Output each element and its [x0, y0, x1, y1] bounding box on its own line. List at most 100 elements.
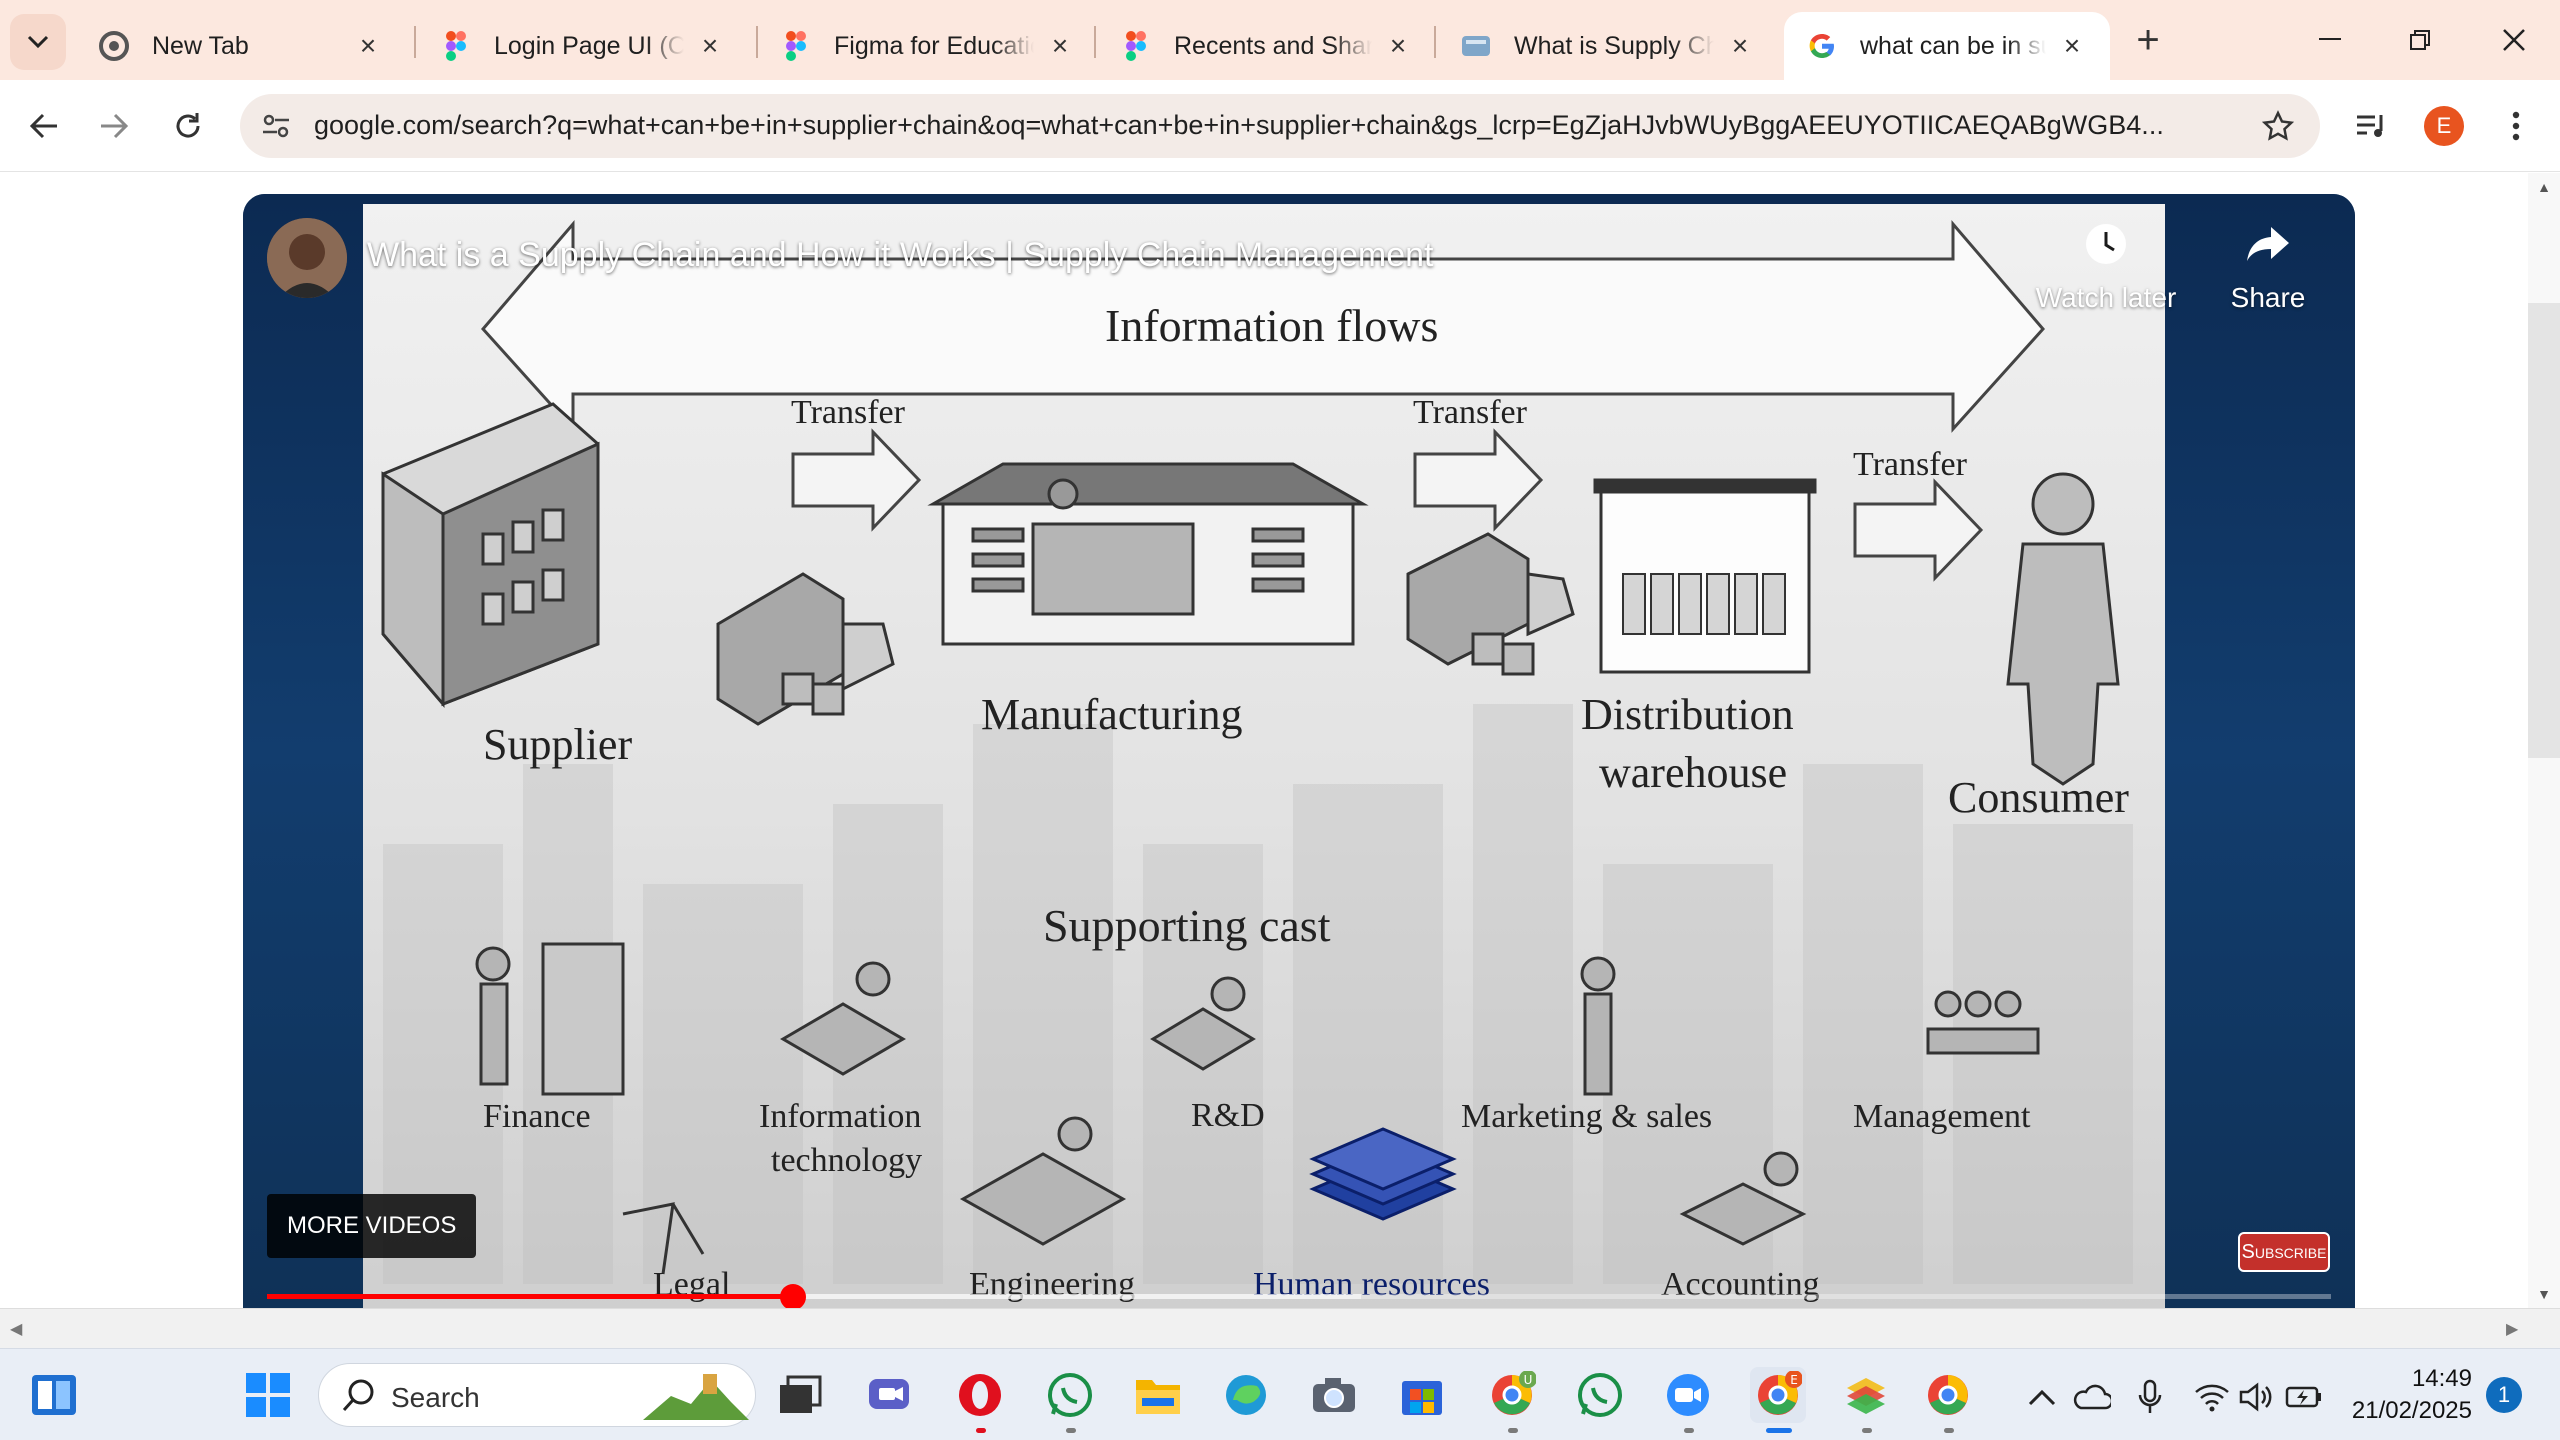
wifi-icon[interactable] [2192, 1377, 2232, 1417]
show-hidden-icons-chevron-up-icon[interactable] [2022, 1377, 2062, 1417]
vertical-scrollbar[interactable]: ▲ ▼ [2528, 173, 2560, 1308]
tab-search-button[interactable] [10, 14, 66, 70]
file-explorer-icon[interactable] [1130, 1367, 1186, 1423]
consumer-figure-illustration [2006, 472, 2120, 786]
video-frame: Information flows Transfer Transfer Tran… [363, 204, 2165, 1308]
browser-toolbar: google.com/search?q=what+can+be+in+suppl… [0, 80, 2560, 172]
running-indicator [1684, 1428, 1694, 1433]
close-icon[interactable]: × [1724, 30, 1756, 62]
horizontal-scrollbar[interactable]: ◀ ▶ [0, 1308, 2560, 1348]
tab-title: Recents and Sharing [1174, 31, 1372, 60]
transfer-arrow [791, 428, 922, 532]
tab-figma-for-education[interactable]: Figma for Education × [758, 12, 1098, 80]
rnd-label: R&D [1191, 1097, 1265, 1134]
video-progress-bar[interactable] [267, 1284, 2331, 1308]
chrome-profile-e-icon[interactable]: E [1750, 1367, 1806, 1433]
scroll-left-arrow-icon[interactable]: ◀ [10, 1319, 22, 1339]
windows-start-icon[interactable] [240, 1367, 296, 1423]
transfer-arrow [1413, 428, 1544, 532]
opera-icon[interactable] [952, 1367, 1008, 1433]
tab-title: What is Supply Chain [1514, 31, 1714, 60]
widgets-icon[interactable] [26, 1367, 82, 1423]
chrome-profile-u-icon[interactable]: U [1484, 1367, 1540, 1433]
site-info-icon[interactable] [256, 106, 296, 146]
tab-strip: New Tab × Login Page UI (Community) × Fi… [0, 0, 2560, 80]
transfer-arrow [1853, 478, 1984, 582]
camera-icon[interactable] [1306, 1367, 1362, 1423]
address-bar[interactable]: google.com/search?q=what+can+be+in+suppl… [240, 94, 2320, 158]
progress-scrubber-handle[interactable] [780, 1284, 807, 1308]
tab-title: Figma for Education [834, 31, 1034, 60]
volume-icon[interactable] [2236, 1377, 2276, 1417]
arrow-left-icon [29, 113, 57, 139]
watch-later-button[interactable]: Watch later [2031, 216, 2181, 314]
teams-meet-icon[interactable] [862, 1367, 918, 1423]
scrollbar-thumb[interactable] [2528, 303, 2560, 758]
scroll-up-arrow-icon[interactable]: ▲ [2536, 179, 2552, 195]
share-button[interactable]: Share [2213, 216, 2323, 314]
scroll-down-arrow-icon[interactable]: ▼ [2536, 1286, 2552, 1302]
task-view-icon[interactable] [772, 1367, 828, 1423]
zoom-icon[interactable] [1660, 1367, 1716, 1433]
taskbar-search-box[interactable]: Search [318, 1363, 756, 1427]
tab-recents-and-sharing[interactable]: Recents and Sharing × [1098, 12, 1436, 80]
chrome-icon [98, 30, 130, 62]
rnd-desk-illustration [1150, 1007, 1256, 1071]
notification-badge[interactable]: 1 [2486, 1377, 2522, 1413]
microphone-icon[interactable] [2130, 1377, 2170, 1417]
scroll-right-arrow-icon[interactable]: ▶ [2506, 1319, 2518, 1339]
whatsapp-icon[interactable] [1572, 1367, 1628, 1423]
delivery-truck-illustration [716, 572, 895, 726]
engineering-desk-illustration [959, 1152, 1127, 1246]
browser-menu-button[interactable] [2492, 102, 2540, 150]
edge-icon[interactable] [1218, 1367, 1274, 1423]
share-arrow-icon [2240, 216, 2296, 272]
active-indicator [1766, 1428, 1792, 1433]
it-label-line-1: Information [759, 1098, 922, 1135]
channel-avatar[interactable] [267, 218, 347, 298]
watch-later-label: Watch later [2035, 282, 2177, 313]
system-clock[interactable]: 14:49 21/02/2025 [2342, 1363, 2472, 1427]
warehouse-label: warehouse [1599, 748, 1788, 797]
media-controls-button[interactable] [2348, 102, 2396, 150]
distribution-warehouse-illustration [1593, 478, 1817, 674]
minimize-button[interactable] [2300, 14, 2360, 66]
manufacturing-plant-illustration [927, 462, 1369, 646]
chrome-icon[interactable] [1920, 1367, 1976, 1433]
tab-google-search[interactable]: what can be in supplier chain × [1784, 12, 2110, 80]
microsoft-store-icon[interactable] [1394, 1367, 1450, 1423]
new-tab-button[interactable]: + [2128, 20, 2168, 60]
bluestacks-icon[interactable] [1838, 1367, 1894, 1433]
close-icon[interactable]: × [352, 30, 384, 62]
video-title[interactable]: What is a Supply Chain and How it Works … [367, 236, 1434, 275]
windows-taskbar: Search U E 14:49 21/02/2025 1 [0, 1348, 2560, 1440]
subscribe-button[interactable]: Subscribe [2238, 1232, 2330, 1272]
video-player[interactable]: Information flows Transfer Transfer Tran… [243, 194, 2355, 1308]
marketing-sales-label: Marketing & sales [1461, 1098, 1713, 1135]
tab-login-page-ui[interactable]: Login Page UI (Community) × [418, 12, 748, 80]
whatsapp-icon[interactable] [1042, 1367, 1098, 1433]
close-icon[interactable]: × [1382, 30, 1414, 62]
finance-safe-illustration [541, 942, 625, 1096]
battery-charging-icon[interactable] [2284, 1377, 2324, 1417]
bookmark-star-icon[interactable] [2258, 106, 2298, 146]
back-button[interactable] [20, 102, 68, 150]
profile-avatar[interactable]: E [2424, 106, 2464, 146]
forward-button[interactable] [90, 102, 138, 150]
reload-button[interactable] [164, 102, 212, 150]
running-indicator [1066, 1428, 1076, 1433]
close-window-button[interactable] [2484, 14, 2544, 66]
onedrive-cloud-icon[interactable] [2072, 1377, 2112, 1417]
consumer-label: Consumer [1948, 773, 2129, 822]
close-icon[interactable]: × [2056, 30, 2088, 62]
web-icon [1460, 30, 1492, 62]
figma-icon [1120, 30, 1152, 62]
close-icon[interactable]: × [1044, 30, 1076, 62]
close-icon[interactable]: × [694, 30, 726, 62]
clock-date: 21/02/2025 [2351, 1397, 2472, 1424]
tab-what-is-supply-chain[interactable]: What is Supply Chain × [1438, 12, 1778, 80]
supplier-building-illustration [381, 402, 600, 709]
restore-button[interactable] [2390, 14, 2450, 66]
more-videos-button[interactable]: MORE VIDEOS [267, 1194, 477, 1258]
tab-new-tab[interactable]: New Tab × [76, 12, 406, 80]
